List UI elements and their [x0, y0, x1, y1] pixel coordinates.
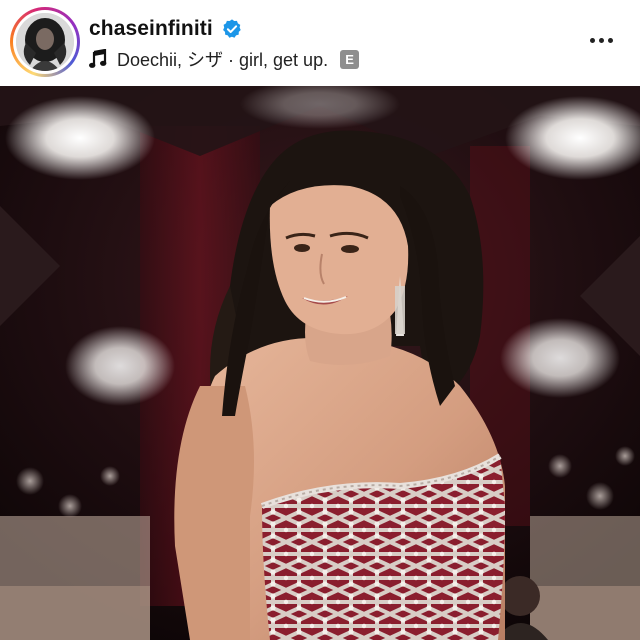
more-horizontal-icon	[589, 37, 595, 43]
avatar[interactable]	[16, 13, 74, 71]
avatar-story-ring[interactable]	[10, 7, 80, 77]
avatar-frame	[13, 10, 77, 74]
more-options-button[interactable]	[584, 26, 618, 54]
audio-track-row[interactable]: Doechii, シザ · girl, get up. E	[89, 46, 360, 72]
post-photo[interactable]	[0, 86, 640, 640]
username-row: chaseinfiniti	[89, 14, 243, 44]
username-link[interactable]: chaseinfiniti	[89, 17, 213, 41]
explicit-badge: E	[340, 49, 360, 69]
music-note-icon	[89, 48, 107, 69]
audio-track-label: Doechii, シザ · girl, get up.	[117, 50, 329, 70]
verified-badge-icon	[221, 18, 243, 40]
post-header: chaseinfiniti Doechii, シザ · girl, get up…	[0, 0, 640, 86]
